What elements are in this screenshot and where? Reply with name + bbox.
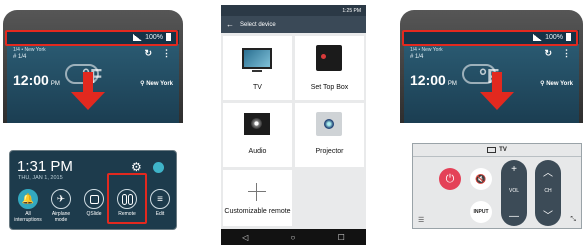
panel-time: 1:31 PM <box>17 158 73 175</box>
tv-icon <box>487 147 497 153</box>
tv-stand <box>252 70 262 72</box>
clock: 12:00 PM <box>410 72 457 88</box>
weather-page-indicator: # 1/4 <box>410 54 424 60</box>
weather-location: ⚲ New York <box>140 81 173 87</box>
quick-airplane-mode[interactable]: ✈ Airplane mode <box>46 189 76 223</box>
clock-period: PM <box>447 81 457 87</box>
clock-period: PM <box>50 81 60 87</box>
down-arrow-icon <box>71 72 105 112</box>
set-top-box-icon <box>316 45 342 71</box>
status-bar-highlight <box>5 30 178 46</box>
input-button[interactable]: INPUT <box>470 201 492 223</box>
channel-down-button[interactable]: ﹀ <box>535 207 561 222</box>
weather-small-text: 1/4 • New York <box>410 47 443 53</box>
tv-remote-panel: TV ⏻ 🔇 INPUT + VOL — ︿ CH ﹀ ☰ ⤡ <box>412 143 582 229</box>
refresh-icon[interactable]: ↻ <box>544 48 552 59</box>
device-tile-projector[interactable]: Projector <box>295 103 364 167</box>
quick-all-interruptions[interactable]: 🔔 All interruptions <box>13 189 43 223</box>
remote-header: TV <box>413 144 581 157</box>
remote-highlight <box>107 173 147 224</box>
channel-label: CH <box>544 188 552 194</box>
projector-icon <box>316 112 342 136</box>
device-tile-tv[interactable]: TV <box>223 36 292 100</box>
channel-up-button[interactable]: ︿ <box>535 164 561 179</box>
status-bar-highlight <box>402 30 578 46</box>
clock-time: 12:00 <box>410 72 446 88</box>
weather-small-text: 1/4 • New York <box>13 47 46 53</box>
expand-icon[interactable]: ⤡ <box>570 216 576 224</box>
bell-icon: 🔔 <box>18 189 38 209</box>
volume-label: VOL <box>508 188 519 194</box>
nav-recent-icon[interactable]: ☐ <box>338 233 345 242</box>
volume-up-button[interactable]: + <box>501 164 527 175</box>
weather-actions: ↻ ⋮ <box>544 48 571 59</box>
refresh-icon[interactable]: ↻ <box>144 48 152 59</box>
page-title: Select device <box>240 21 276 28</box>
quick-label: QSlide <box>86 211 102 217</box>
select-device-screen: 1:25 PM ← Select device TV Set Top Box A… <box>221 5 366 245</box>
nav-home-icon[interactable]: ○ <box>291 233 296 242</box>
qslide-icon <box>84 189 104 209</box>
instruction-stage: 100% 1/4 • New York # 1/4 ↻ ⋮ °F 12:00PM… <box>0 0 586 245</box>
plus-icon <box>248 183 266 201</box>
panel-date: THU, JAN 1, 2015 <box>18 175 63 181</box>
clock: 12:00 PM <box>13 72 60 88</box>
clock-time: 12:00 <box>13 72 49 88</box>
weather-location: ⚲ New York <box>540 81 573 87</box>
device-tile-set-top-box[interactable]: Set Top Box <box>295 36 364 100</box>
quick-label: All interruptions <box>14 211 42 223</box>
select-device-header: ← Select device <box>221 16 366 33</box>
weather-actions: ↻ ⋮ <box>144 48 171 59</box>
device-label: Audio <box>248 148 267 155</box>
speaker-icon <box>244 113 270 135</box>
nav-back-icon[interactable]: ◁ <box>242 233 248 242</box>
mute-button[interactable]: 🔇 <box>470 168 492 190</box>
volume-rocker[interactable]: + VOL — <box>501 160 527 226</box>
down-arrow-icon <box>480 72 514 112</box>
quick-qslide[interactable]: QSlide <box>79 189 109 217</box>
status-time: 1:25 PM <box>342 7 361 14</box>
device-label: Set Top Box <box>310 84 349 91</box>
airplane-icon: ✈ <box>51 189 71 209</box>
back-arrow-icon[interactable]: ← <box>226 20 234 29</box>
power-button[interactable]: ⏻ <box>439 168 461 190</box>
volume-down-button[interactable]: — <box>501 211 527 222</box>
weather-page-indicator: # 1/4 <box>13 54 27 60</box>
device-label: Customizable remote <box>224 208 291 215</box>
more-icon[interactable]: ⋮ <box>162 48 171 59</box>
menu-icon[interactable]: ☰ <box>418 216 424 224</box>
tv-icon <box>242 48 272 69</box>
user-avatar-icon[interactable] <box>153 162 164 173</box>
remote-title: TV <box>499 147 507 153</box>
quick-settings-row: 🔔 All interruptions ✈ Airplane mode QSli… <box>10 189 176 229</box>
device-tile-customizable[interactable]: Customizable remote <box>223 170 292 226</box>
notification-panel: 1:31 PM THU, JAN 1, 2015 ⚙ 🔔 All interru… <box>9 150 177 230</box>
status-bar: 1:25 PM <box>221 5 366 16</box>
device-label: TV <box>253 84 262 91</box>
quick-label: Airplane mode <box>51 211 71 223</box>
channel-rocker[interactable]: ︿ CH ﹀ <box>535 160 561 226</box>
device-label: Projector <box>315 148 344 155</box>
quick-label: Edit <box>155 211 165 217</box>
settings-gear-icon[interactable]: ⚙ <box>131 160 142 174</box>
more-icon[interactable]: ⋮ <box>562 48 571 59</box>
quick-edit[interactable]: ≡ Edit <box>145 189 175 217</box>
device-tile-audio[interactable]: Audio <box>223 103 292 167</box>
edit-list-icon: ≡ <box>150 189 170 209</box>
system-nav-bar: ◁ ○ ☐ <box>221 229 366 245</box>
